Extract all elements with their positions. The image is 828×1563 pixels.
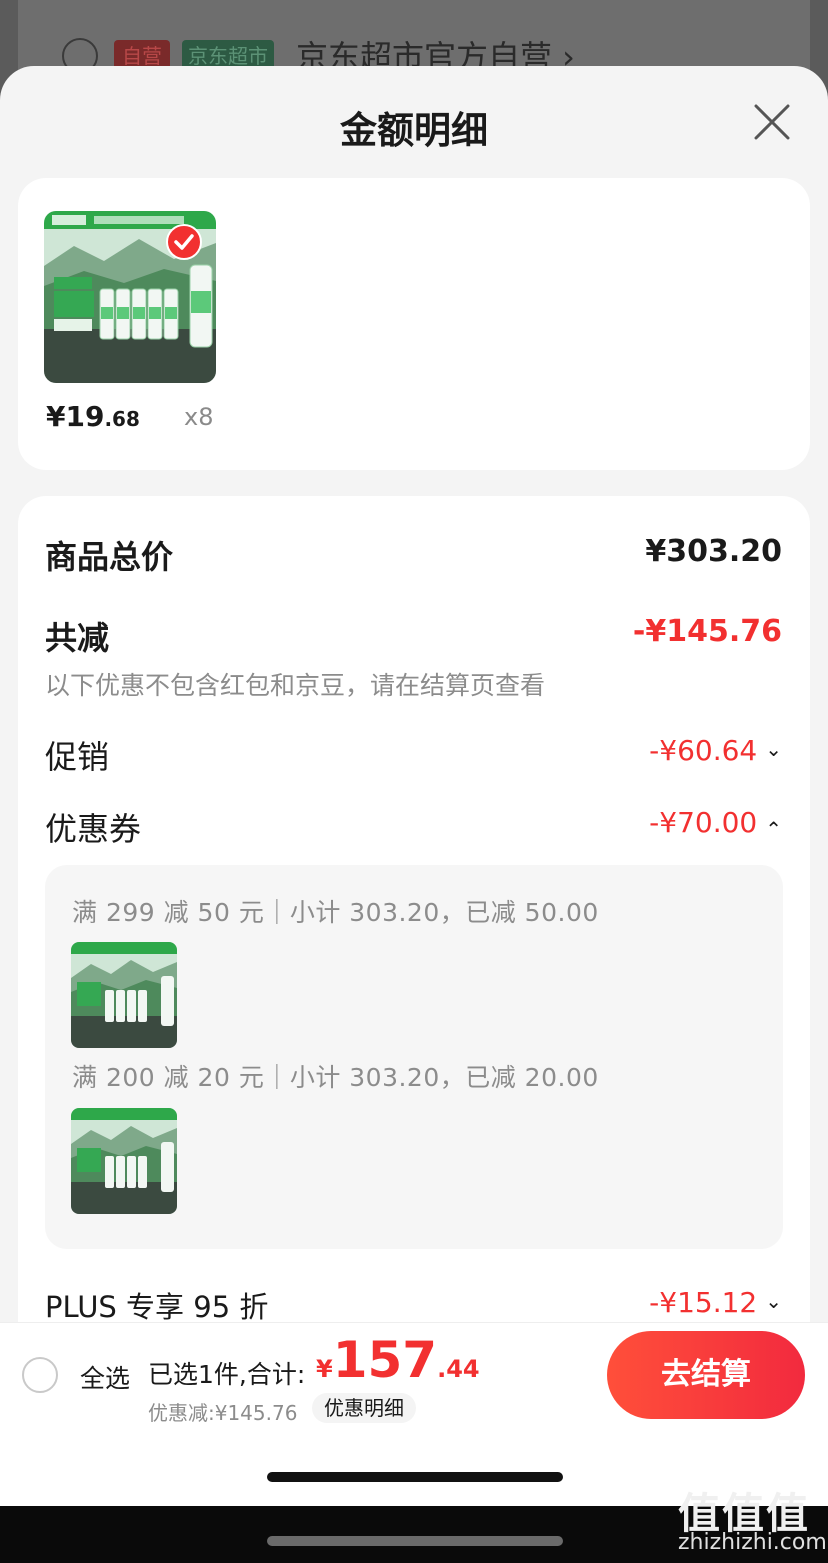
plus-row-value[interactable]: -¥15.12 ⌄ (649, 1286, 782, 1319)
chevron-down-icon: ⌄ (765, 1289, 782, 1313)
selected-check-icon (166, 224, 202, 260)
total-reduce-label: 共减 (45, 619, 110, 657)
chevron-up-icon: ⌃ (765, 817, 782, 841)
coupon-product-image (71, 942, 177, 1048)
coupon-product-image (71, 1108, 177, 1214)
total-currency: ¥ (316, 1355, 333, 1383)
selected-summary: 已选1件,合计: (148, 1360, 306, 1389)
home-indicator[interactable] (267, 1472, 563, 1482)
promo-row-value[interactable]: -¥60.64 ⌄ (649, 734, 782, 767)
chevron-down-icon: ⌄ (765, 737, 782, 761)
checkout-bar: 全选 已选1件,合计: ¥157.44 优惠减:¥145.76 优惠明细 去结算 (0, 1322, 828, 1430)
coupon-rule-1: 满 299 减 50 元｜小计 303.20，已减 50.00 (72, 898, 599, 927)
total-int: 157 (332, 1331, 438, 1389)
total-reduce-value: -¥145.76 (632, 614, 782, 649)
ghost-home-indicator (267, 1536, 563, 1546)
coupon-label[interactable]: 优惠券 (45, 804, 141, 850)
promo-value: -¥60.64 (649, 734, 758, 767)
promo-label[interactable]: 促销 (45, 732, 109, 778)
select-all-checkbox[interactable] (22, 1357, 58, 1393)
product-price-int: ¥19 (46, 400, 105, 433)
checkout-button[interactable]: 去结算 (607, 1331, 805, 1419)
coupon-detail-box: 满 299 减 50 元｜小计 303.20，已减 50.00 满 200 减 … (45, 865, 783, 1249)
product-price: ¥19.68 (46, 400, 140, 433)
watermark-url: zhizhizhi.com (678, 1530, 827, 1555)
total-price-value: ¥303.20 (645, 534, 782, 569)
plus-discount-value: -¥15.12 (649, 1286, 758, 1319)
product-quantity: x8 (184, 403, 214, 431)
amount-detail-sheet: 金额明细 ¥19.68 x8 商品总价 ¥303.20 共减 -¥145.76 … (0, 66, 828, 1506)
discount-note: 以下优惠不包含红包和京豆，请在结算页查看 (45, 671, 546, 700)
sheet-title: 金额明细 (340, 109, 488, 152)
coupon-value: -¥70.00 (649, 806, 758, 839)
discount-detail-button[interactable]: 优惠明细 (312, 1393, 416, 1423)
product-card: ¥19.68 x8 (18, 178, 810, 470)
discount-summary: 优惠减:¥145.76 (148, 1401, 298, 1425)
product-price-dec: .68 (104, 407, 140, 431)
total-dec: .44 (437, 1355, 480, 1383)
select-all-label[interactable]: 全选 (80, 1359, 130, 1395)
plus-discount-label[interactable]: PLUS 专享 95 折 (45, 1284, 268, 1326)
coupon-row-value[interactable]: -¥70.00 ⌃ (649, 806, 782, 841)
total-price-label: 商品总价 (45, 538, 174, 576)
order-total: ¥157.44 (316, 1331, 480, 1389)
coupon-rule-2: 满 200 减 20 元｜小计 303.20，已减 20.00 (72, 1063, 599, 1092)
close-icon[interactable] (752, 102, 792, 142)
